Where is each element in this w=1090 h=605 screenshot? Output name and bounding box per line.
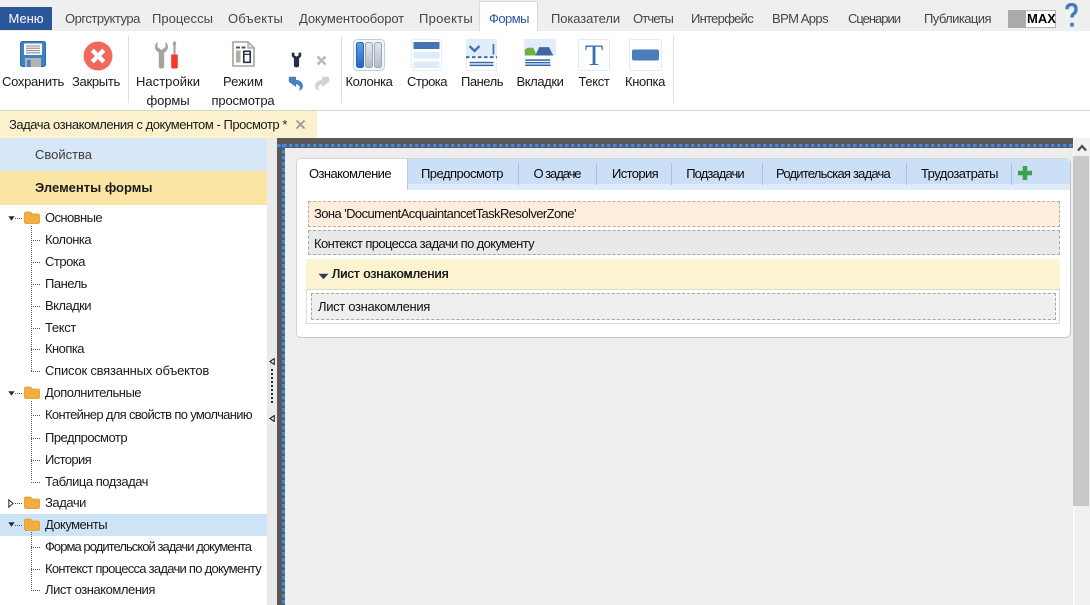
svg-text:T: T xyxy=(585,39,603,71)
